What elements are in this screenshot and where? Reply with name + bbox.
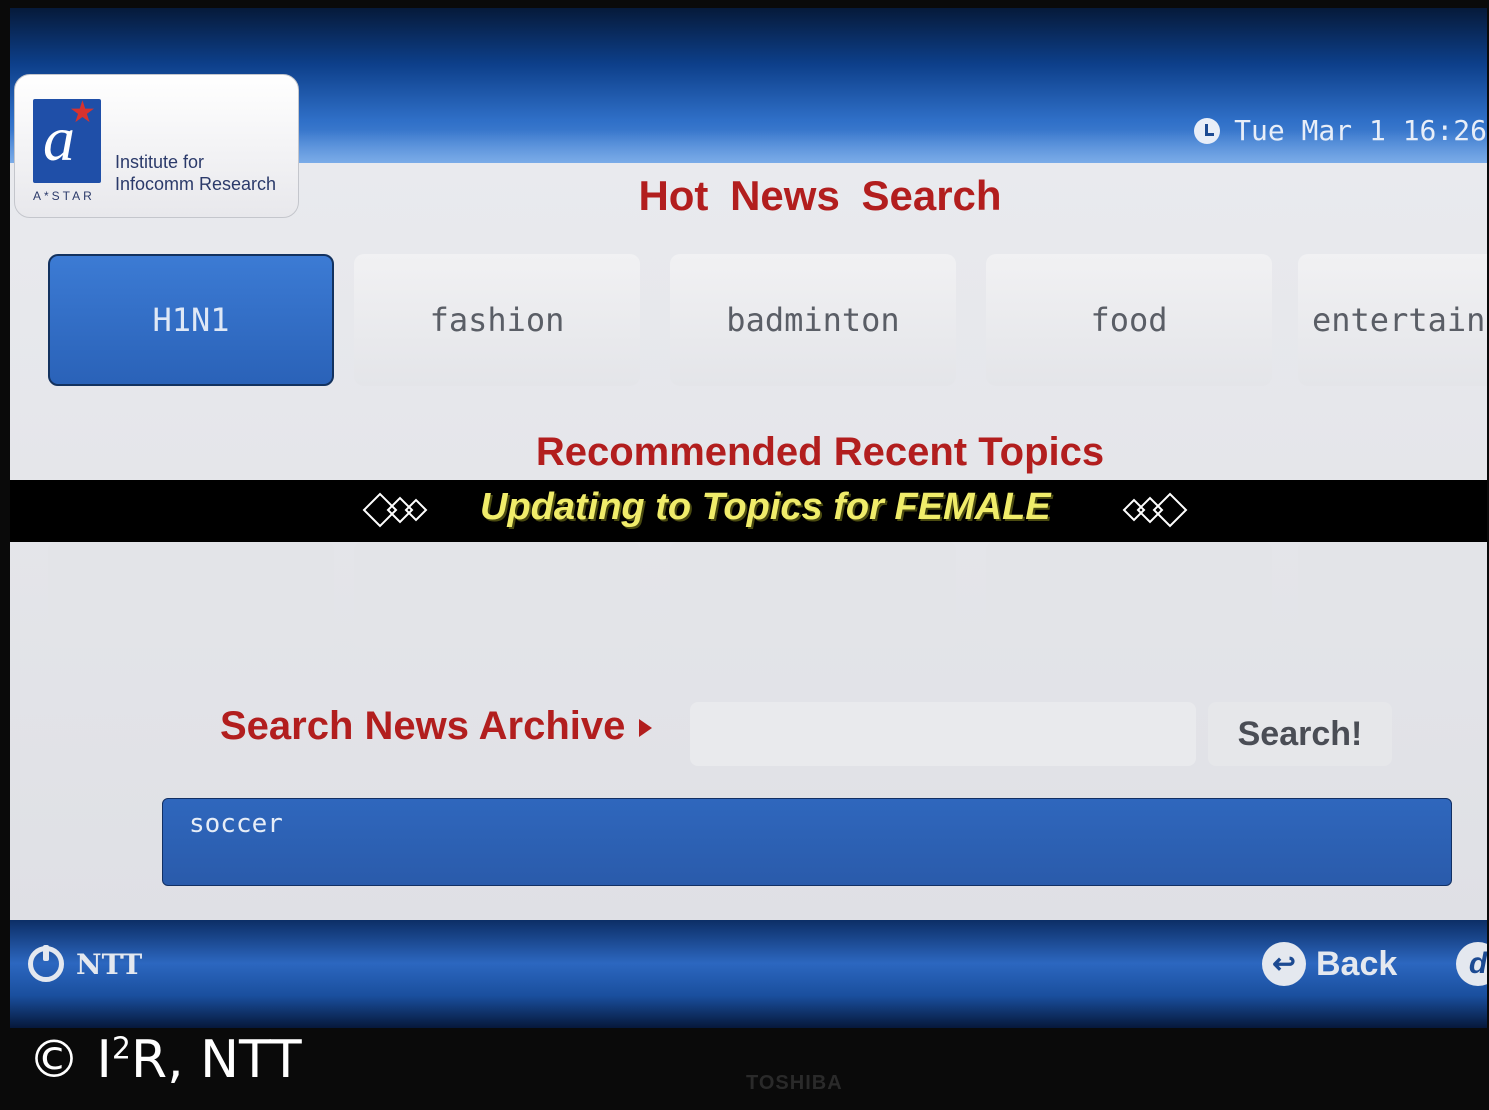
bottom-bar: NTT ↩ Back d: [10, 920, 1487, 1028]
search-button[interactable]: Search!: [1208, 702, 1392, 766]
ticker-text: Updating to Topics for FEMALE: [480, 486, 1051, 528]
recommended-title: Recommended Recent Topics: [535, 430, 1105, 474]
logo-text: Institute for Infocomm Research: [115, 152, 277, 194]
topic-slot[interactable]: [48, 542, 334, 648]
copyright-overlay: © I2R, NTT: [28, 1030, 302, 1090]
topic-slot[interactable]: [1298, 542, 1487, 648]
page-title: Hot News Search: [638, 172, 1002, 219]
tab-h1n1[interactable]: H1N1: [48, 254, 334, 386]
power-icon: [28, 945, 64, 982]
tab-badminton[interactable]: badminton: [670, 254, 956, 386]
d-button-icon[interactable]: d: [1456, 942, 1487, 986]
back-button[interactable]: ↩ Back: [1262, 942, 1397, 986]
tab-entertainment[interactable]: entertainment: [1298, 254, 1487, 386]
tv-brand: TOSHIBA: [746, 1072, 843, 1094]
star-icon: ★: [69, 96, 96, 129]
ntt-power[interactable]: NTT: [28, 945, 142, 982]
tab-food[interactable]: food: [986, 254, 1272, 386]
topic-slot[interactable]: [354, 542, 640, 648]
recommended-topics: [48, 542, 1487, 652]
arrow-right-icon: [639, 719, 653, 738]
astar-logo-icon: a ★: [33, 96, 101, 183]
logo-sub: A*STAR: [33, 189, 95, 203]
diamond-deco-icon: [1122, 492, 1188, 528]
back-arrow-icon: ↩: [1262, 942, 1306, 986]
tv-screen: Tue Mar 1 16:26 a ★ Institute for Infoco…: [10, 8, 1487, 1028]
clock-icon: [1194, 117, 1221, 144]
topic-tabs: H1N1 fashion badminton food entertainmen…: [48, 254, 1487, 394]
topic-slot[interactable]: [670, 542, 956, 648]
diamond-deco-icon: [362, 492, 428, 528]
topic-slot[interactable]: [986, 542, 1272, 648]
archive-label: Search News Archive: [220, 704, 653, 749]
archive-results: soccer: [162, 798, 1452, 886]
ticker-bar: Updating to Topics for FEMALE: [10, 480, 1487, 542]
archive-search-input[interactable]: [690, 702, 1196, 766]
list-item[interactable]: soccer: [189, 809, 283, 839]
tab-fashion[interactable]: fashion: [354, 254, 640, 386]
clock: Tue Mar 1 16:26: [1194, 114, 1487, 147]
clock-text: Tue Mar 1 16:26: [1234, 114, 1487, 147]
logo: a ★ Institute for Infocomm Research A*ST…: [14, 74, 299, 218]
